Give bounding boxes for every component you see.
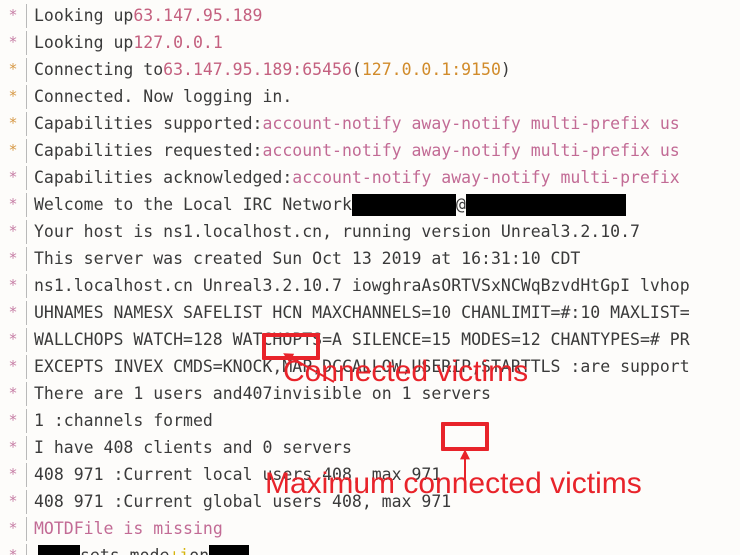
log-line-bullet-icon: * (8, 33, 18, 51)
log-text-segment: account-notify away-notify multi-prefix (292, 168, 680, 187)
log-text-segment: There are 1 users and (34, 384, 243, 403)
log-line: * Capabilities acknowledged: account-noti… (0, 164, 740, 191)
log-line-bullet-icon: * (8, 6, 18, 24)
log-line: * Connecting to 63.147.95.189:65456 (127.… (0, 56, 740, 83)
log-gutter-divider (26, 408, 27, 433)
log-gutter-divider (26, 219, 27, 244)
log-line-bullet-icon: * (8, 438, 18, 456)
redacted-text-block (351, 193, 456, 216)
log-text-segment: WALLCHOPS WATCH=128 WATCHOPTS=A SILENCE=… (34, 330, 690, 349)
log-text-segment: 63.147.95.189 (133, 6, 263, 25)
log-line: * ns1.localhost.cn Unreal3.2.10.7 iowghra… (0, 272, 740, 299)
log-line: * WALLCHOPS WATCH=128 WATCHOPTS=A SILENCE… (0, 326, 740, 353)
log-text-segment: ( (351, 60, 362, 79)
redacted-text-block (38, 544, 80, 555)
log-text-segment: MOTD (34, 519, 74, 538)
log-line-bullet-icon: * (8, 303, 18, 321)
log-text-segment: Capabilities requested: (34, 141, 263, 160)
log-text-segment: account-notify away-notify multi-prefix … (262, 141, 680, 160)
log-line: * This server was created Sun Oct 13 2019… (0, 245, 740, 272)
log-gutter-divider (26, 30, 27, 55)
log-line: * Looking up 127.0.0.1 (0, 29, 740, 56)
log-text-segment: 63.147.95.189:65456 (163, 60, 352, 79)
log-text-segment: ns1.localhost.cn Unreal3.2.10.7 iowghraA… (34, 276, 690, 295)
log-line-bullet-icon: * (8, 492, 18, 510)
log-gutter-divider (26, 381, 27, 406)
log-gutter-divider (26, 3, 27, 28)
log-line-bullet-icon: * (8, 519, 18, 537)
log-line-bullet-icon: * (8, 222, 18, 240)
log-gutter-divider (26, 165, 27, 190)
log-gutter-divider (26, 111, 27, 136)
log-text-segment: Capabilities acknowledged: (34, 168, 293, 187)
log-text-segment: Your host is ns1.localhost.cn, running v… (34, 222, 640, 241)
log-text-segment: 127.0.0.1 (133, 33, 223, 52)
log-line: * Connected. Now logging in. (0, 83, 740, 110)
log-line-bullet-icon: * (8, 87, 18, 105)
log-text-segment: 127.0.0.1:9150 (361, 60, 501, 79)
log-gutter-divider (26, 543, 27, 555)
log-line-bullet-icon: * (8, 195, 18, 213)
log-line-bullet-icon: * (8, 276, 18, 294)
log-line: * MOTD File is missing (0, 515, 740, 542)
log-text-segment: File is missing (73, 519, 223, 538)
log-text-segment: 1 :channels formed (34, 411, 213, 430)
log-gutter-divider (26, 138, 27, 163)
log-line-bullet-icon: * (8, 249, 18, 267)
log-line-bullet-icon: * (8, 465, 18, 483)
log-text-segment: I have 408 clients and 0 servers (34, 438, 352, 457)
log-text-segment: on (189, 542, 209, 555)
irc-log-screenshot: * Looking up 63.147.95.189 * Looking up 127… (0, 0, 740, 555)
log-line: * Capabilities requested: account-notify … (0, 137, 740, 164)
log-line: * Welcome to the Local IRC Network @ (0, 191, 740, 218)
log-gutter-divider (26, 273, 27, 298)
log-line: * Looking up 63.147.95.189 (0, 2, 740, 29)
log-gutter-divider (26, 192, 27, 217)
log-line-bullet-icon: * (8, 330, 18, 348)
log-gutter-divider (26, 354, 27, 379)
log-line-bullet-icon: * (8, 114, 18, 132)
log-line: * sets mode +i on (0, 542, 740, 555)
log-line-bullet-icon: * (8, 411, 18, 429)
log-text-segment: Capabilities supported: (34, 114, 263, 133)
log-line-bullet-icon: * (8, 141, 18, 159)
log-gutter-divider (26, 516, 27, 541)
log-line-bullet-icon: * (8, 168, 18, 186)
log-gutter-divider (26, 57, 27, 82)
log-text-segment: ) (500, 60, 511, 79)
log-line: * Capabilities supported: account-notify … (0, 110, 740, 137)
log-line: * Your host is ns1.localhost.cn, running … (0, 218, 740, 245)
log-text-segment: Connecting to (34, 60, 164, 79)
annotation-label: Connected victims (283, 355, 529, 388)
log-text-segment: UHNAMES NAMESX SAFELIST HCN MAXCHANNELS=… (34, 303, 690, 322)
log-line-bullet-icon: * (8, 60, 18, 78)
log-line: * UHNAMES NAMESX SAFELIST HCN MAXCHANNELS… (0, 299, 740, 326)
log-gutter-divider (26, 435, 27, 460)
log-line: * I have 408 clients and 0 servers (0, 434, 740, 461)
log-gutter-divider (26, 462, 27, 487)
log-text-segment: This server was created Sun Oct 13 2019 … (34, 249, 581, 268)
log-text-segment: 407 (242, 384, 273, 403)
log-line: * 1 :channels formed (0, 407, 740, 434)
log-gutter-divider (26, 84, 27, 109)
log-text-segment: Looking up (34, 6, 134, 25)
log-text-segment: @ (455, 195, 466, 214)
log-text-segment: sets mode (80, 542, 169, 555)
log-text-segment: Connected. Now logging in. (34, 87, 293, 106)
log-line-bullet-icon: * (8, 357, 18, 375)
log-line-bullet-icon: * (8, 546, 18, 555)
log-text-segment: account-notify away-notify multi-prefix … (262, 114, 680, 133)
log-gutter-divider (26, 246, 27, 271)
log-gutter-divider (26, 300, 27, 325)
log-text-segment: +i (169, 542, 189, 555)
annotation-label: Maximum connected victims (265, 467, 642, 500)
log-gutter-divider (26, 489, 27, 514)
log-gutter-divider (26, 327, 27, 352)
log-line-bullet-icon: * (8, 384, 18, 402)
redacted-text-block (465, 193, 626, 216)
redacted-text-block (209, 544, 250, 555)
log-text-segment: Looking up (34, 33, 134, 52)
log-text-segment: Welcome to the Local IRC Network (34, 195, 352, 214)
